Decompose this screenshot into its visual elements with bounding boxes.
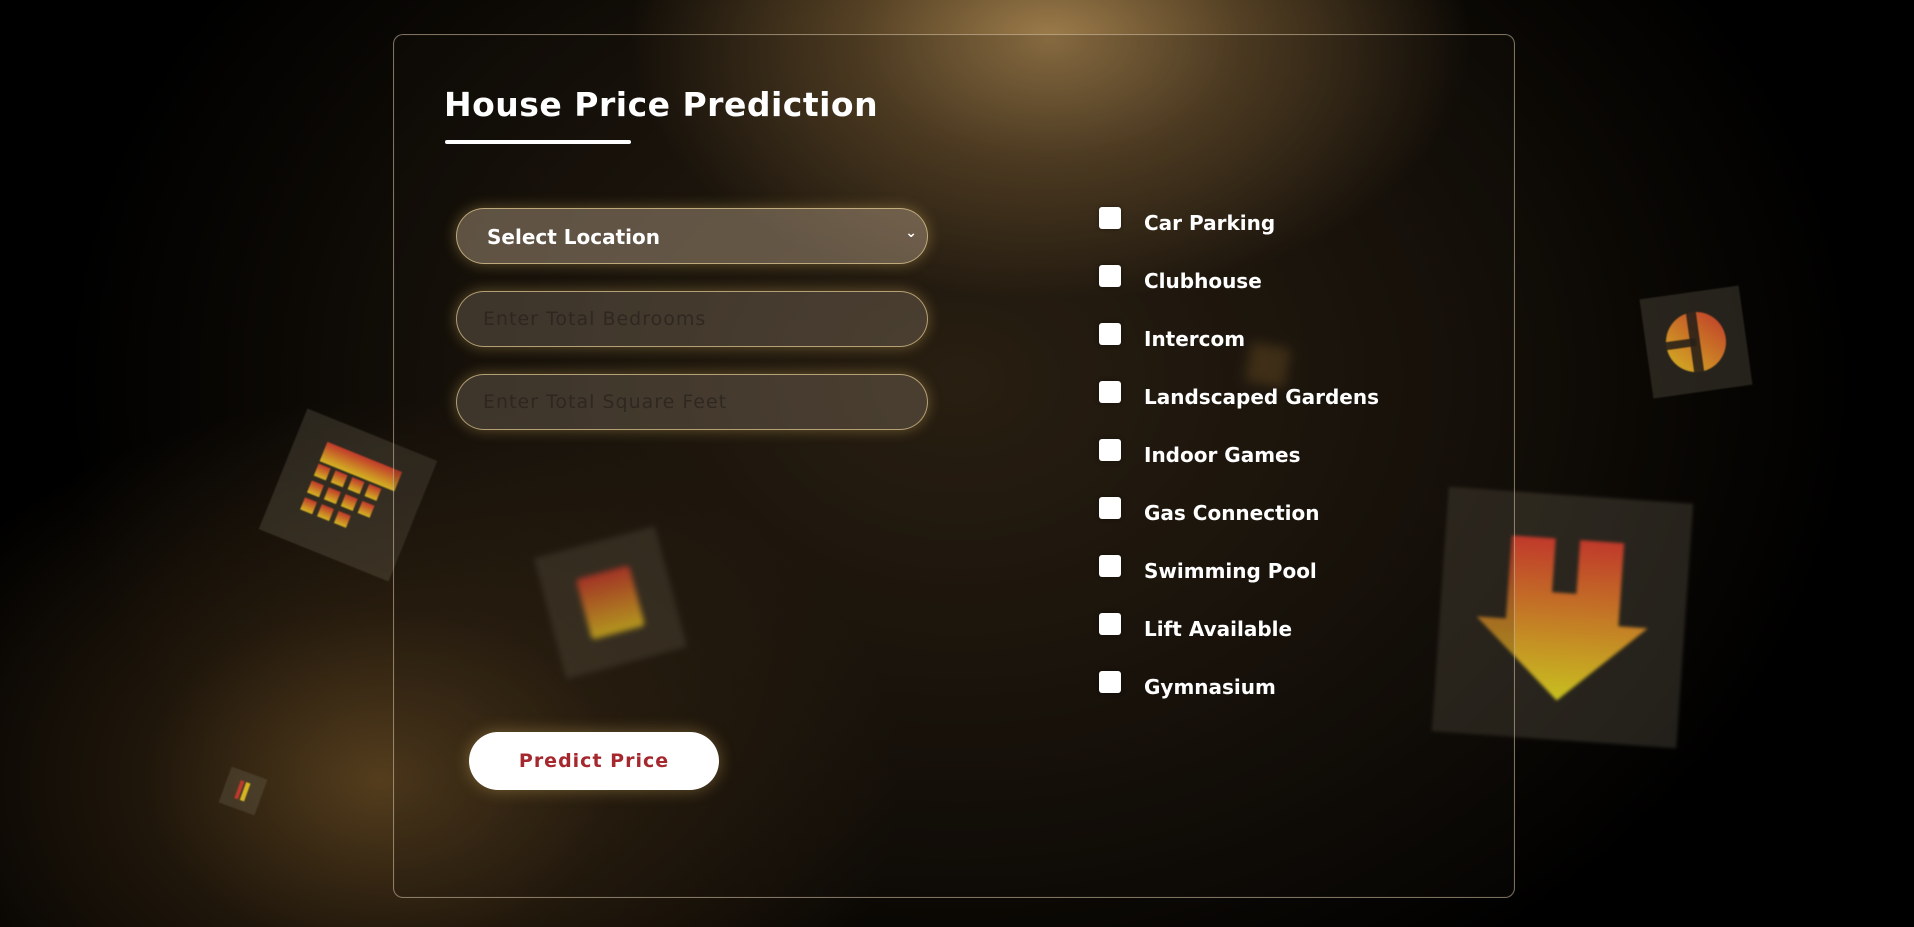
- intercom-checkbox[interactable]: [1099, 323, 1121, 345]
- amenity-label: Lift Available: [1144, 617, 1293, 641]
- gymnasium-checkbox[interactable]: [1099, 671, 1121, 693]
- car-parking-checkbox[interactable]: [1099, 207, 1121, 229]
- amenity-label: Intercom: [1144, 327, 1246, 351]
- gas-connection-checkbox[interactable]: [1099, 497, 1121, 519]
- door-icon: [1639, 285, 1753, 399]
- chevron-down-icon: ⌄: [905, 225, 917, 241]
- small-building-icon: [218, 766, 268, 816]
- amenity-label: Swimming Pool: [1144, 559, 1317, 583]
- predict-price-button[interactable]: Predict Price: [469, 732, 719, 790]
- prediction-form-card: House Price Prediction Select Location ⌄…: [393, 34, 1515, 898]
- page-title: House Price Prediction: [444, 85, 879, 124]
- clubhouse-checkbox[interactable]: [1099, 265, 1121, 287]
- title-underline: [445, 140, 631, 144]
- location-select-value: Select Location: [487, 225, 660, 249]
- amenity-label: Car Parking: [1144, 211, 1276, 235]
- amenity-label: Clubhouse: [1144, 269, 1262, 293]
- landscaped-gardens-checkbox[interactable]: [1099, 381, 1121, 403]
- amenity-label: Gymnasium: [1144, 675, 1276, 699]
- square-feet-input[interactable]: [456, 374, 928, 430]
- indoor-games-checkbox[interactable]: [1099, 439, 1121, 461]
- location-select[interactable]: Select Location ⌄: [456, 208, 928, 264]
- amenity-label: Landscaped Gardens: [1144, 385, 1380, 409]
- bedrooms-input[interactable]: [456, 291, 928, 347]
- amenity-label: Indoor Games: [1144, 443, 1301, 467]
- lift-available-checkbox[interactable]: [1099, 613, 1121, 635]
- swimming-pool-checkbox[interactable]: [1099, 555, 1121, 577]
- amenity-label: Gas Connection: [1144, 501, 1320, 525]
